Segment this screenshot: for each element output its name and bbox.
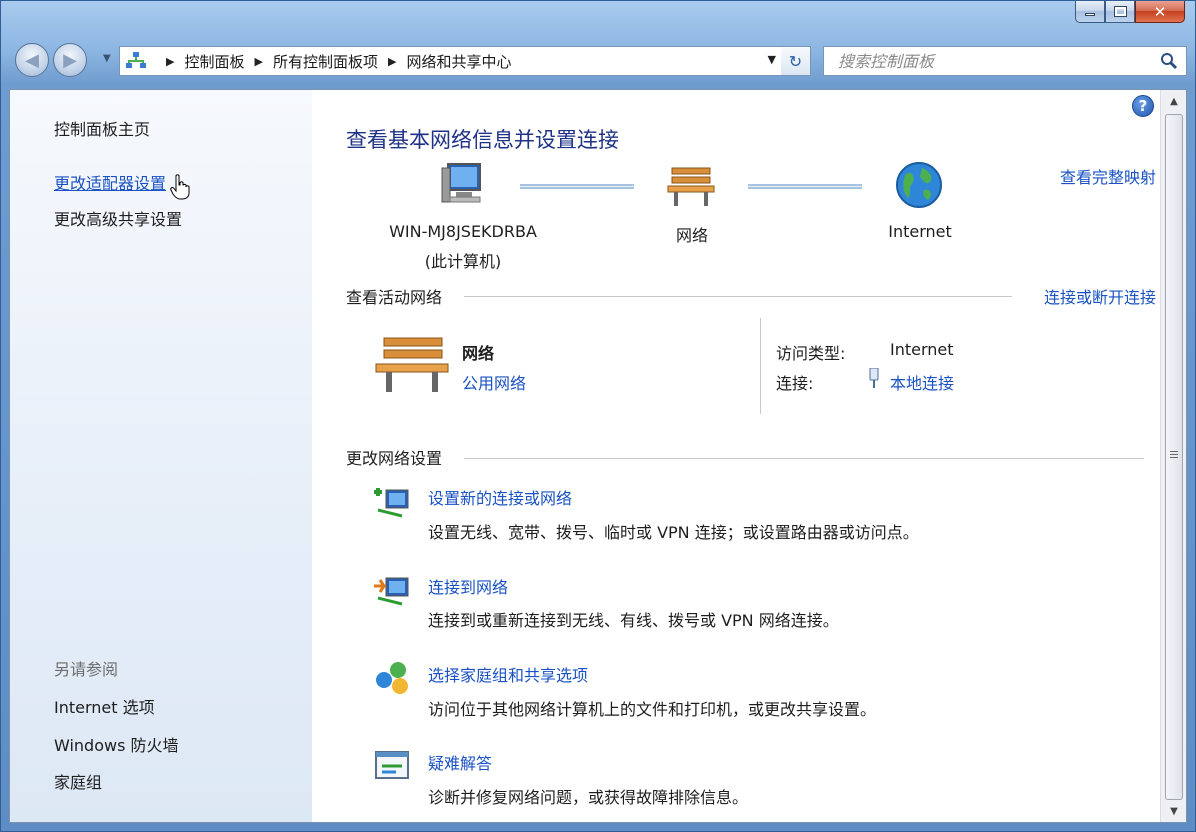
setup-new-connection-link[interactable]: 设置新的连接或网络 [428,485,572,509]
connection-label: 连接: [776,374,814,393]
breadcrumb-separator-icon[interactable]: ▶ [254,55,262,68]
close-icon: ✕ [1153,2,1167,21]
page-title: 查看基本网络信息并设置连接 [346,128,619,152]
breadcrumb-item-all-items[interactable]: 所有控制面板项 [273,51,378,72]
arrow-right-icon: ▶ [63,49,77,71]
refresh-button[interactable]: ↻ [781,46,811,76]
network-bench-icon [375,337,449,392]
troubleshoot-link[interactable]: 疑难解答 [428,750,492,774]
left-pane: 控制面板主页 更改适配器设置 更改高级共享设置 另请参阅 Internet 选项… [10,90,312,822]
windows-firewall-link[interactable]: Windows 防火墙 [54,732,179,756]
internet-options-link[interactable]: Internet 选项 [54,694,155,718]
homegroup-icon [376,662,408,694]
forward-button[interactable]: ▶ [53,43,87,77]
active-network-name: 网络 [462,344,495,363]
local-connection-link[interactable]: 本地连接 [890,370,954,394]
network-bench-icon [667,167,715,206]
control-panel-home-link[interactable]: 控制面板主页 [54,116,150,140]
window-caption-buttons: ✕ [1075,1,1185,23]
main-pane: ? 查看基本网络信息并设置连接 查看完整映射 WIN-MJ8JSEKDRBA (… [312,90,1160,822]
navigation-bar: ◀ ▶ ▼ ▶ 控制面板 ▶ 所有控制面板项 ▶ 网络和共享中心 ▼ ↻ [11,41,1187,81]
address-bar[interactable]: ▶ 控制面板 ▶ 所有控制面板项 ▶ 网络和共享中心 ▼ [119,46,785,76]
homegroup-link[interactable]: 家庭组 [54,769,102,793]
back-button[interactable]: ◀ [15,43,49,77]
search-input[interactable] [838,51,1138,71]
recent-pages-dropdown[interactable]: ▼ [103,53,111,64]
homegroup-sharing-link[interactable]: 选择家庭组和共享选项 [428,662,588,686]
ethernet-plug-icon [869,368,879,388]
access-type-label: 访问类型: [776,344,846,363]
new-connection-icon [374,488,409,518]
connection-line [520,184,634,189]
connect-to-network-link[interactable]: 连接到网络 [428,574,508,598]
maximize-icon [1113,6,1127,17]
section-divider [464,296,1012,297]
connect-to-network-icon [374,577,409,606]
connection-line [748,184,862,189]
scroll-down-icon[interactable]: ▼ [1161,800,1186,822]
setup-new-connection-desc: 设置无线、宽带、拨号、临时或 VPN 连接；或设置路由器或访问点。 [428,523,919,542]
computer-name-label: WIN-MJ8JSEKDRBA [389,222,537,241]
view-full-map-link[interactable]: 查看完整映射 [1060,164,1156,188]
active-network-panel [346,318,1144,414]
change-adapter-settings-link[interactable]: 更改适配器设置 [54,170,166,194]
troubleshoot-icon [375,751,409,779]
internet-globe-icon [896,162,942,208]
network-type-link[interactable]: 公用网络 [462,370,526,394]
scroll-up-icon[interactable]: ▲ [1161,90,1186,112]
maximize-button[interactable] [1105,1,1135,23]
help-icon[interactable]: ? [1132,95,1154,117]
connect-to-network-desc: 连接到或重新连接到无线、有线、拨号或 VPN 网络连接。 [428,611,839,630]
change-advanced-sharing-link[interactable]: 更改高级共享设置 [54,206,182,230]
address-dropdown-icon[interactable]: ▼ [768,53,776,66]
computer-sub-label: (此计算机) [424,252,502,271]
network-node-label: 网络 [675,226,708,245]
grip-icon [1170,451,1178,452]
hand-cursor-icon [170,174,190,200]
breadcrumb-item-network-center[interactable]: 网络和共享中心 [406,51,511,72]
section-divider [464,458,1144,459]
search-box[interactable] [823,46,1187,76]
vertical-divider [760,318,761,414]
breadcrumb-separator-icon[interactable]: ▶ [166,55,174,68]
internet-node-label: Internet [888,222,952,241]
content-area: 控制面板主页 更改适配器设置 更改高级共享设置 另请参阅 Internet 选项… [9,89,1187,823]
change-settings-heading: 更改网络设置 [346,449,443,468]
search-icon[interactable] [1160,52,1178,70]
minimize-button[interactable] [1075,1,1105,23]
minimize-icon [1085,13,1095,16]
network-icon [126,52,146,68]
access-type-value: Internet [890,340,954,359]
troubleshoot-desc: 诊断并修复网络问题，或获得故障排除信息。 [428,788,749,807]
arrow-left-icon: ◀ [25,49,39,71]
breadcrumb-separator-icon[interactable]: ▶ [388,55,396,68]
computer-icon [441,163,481,203]
refresh-icon: ↻ [788,51,803,71]
scrollbar-thumb[interactable] [1165,114,1183,800]
homegroup-sharing-desc: 访问位于其他网络计算机上的文件和打印机，或更改共享设置。 [428,700,877,719]
explorer-window: ✕ ◀ ▶ ▼ ▶ 控制面板 ▶ 所有控制面板项 ▶ 网络和共享中心 ▼ ↻ 搜… [0,0,1196,832]
vertical-scrollbar[interactable]: ▲ ▼ [1160,90,1186,822]
see-also-heading: 另请参阅 [54,660,119,679]
active-networks-heading: 查看活动网络 [346,288,443,307]
breadcrumb-item-control-panel[interactable]: 控制面板 [184,51,244,72]
close-button[interactable]: ✕ [1135,1,1185,23]
connect-disconnect-link[interactable]: 连接或断开连接 [1044,284,1156,308]
